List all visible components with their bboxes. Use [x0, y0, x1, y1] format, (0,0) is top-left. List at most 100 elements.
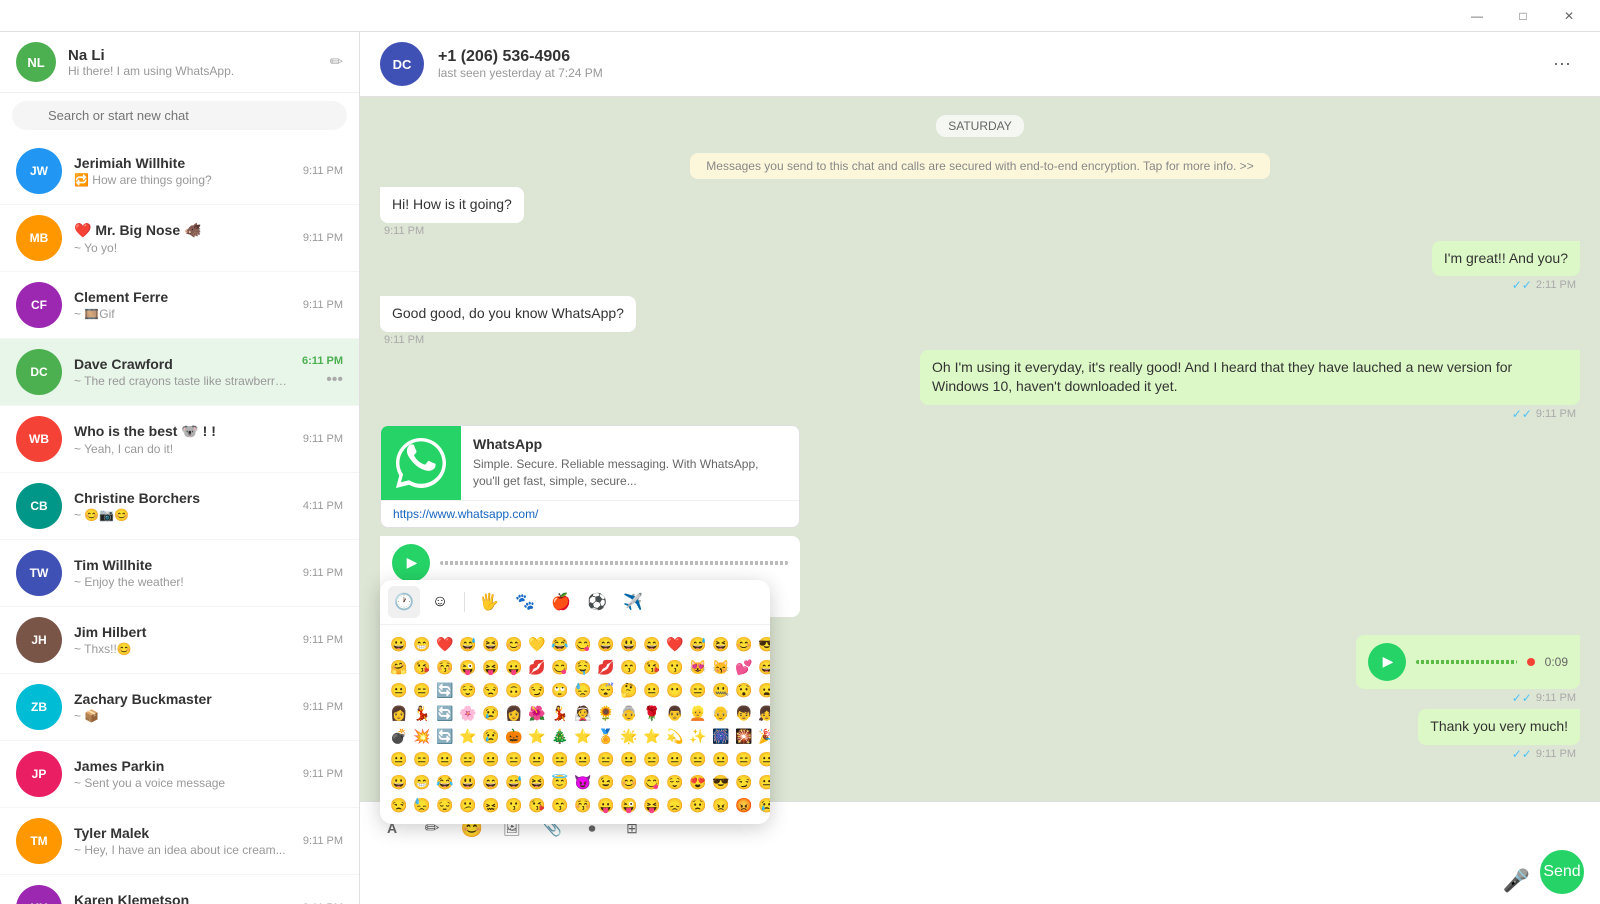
chat-item-9[interactable]: ZB Zachary Buckmaster ~ 📦 9:11 PM	[0, 674, 359, 741]
emoji-item[interactable]: 😃	[618, 633, 640, 655]
emoji-item[interactable]: 😢	[756, 794, 770, 801]
emoji-item[interactable]: 💫	[664, 725, 686, 747]
chat-item-2[interactable]: MB ❤️ Mr. Big Nose 🐗 ~ Yo yo! 9:11 PM	[0, 205, 359, 272]
emoji-item[interactable]: 💃	[411, 702, 433, 724]
message-input[interactable]	[376, 854, 1493, 894]
emoji-item[interactable]: 😂	[434, 771, 456, 793]
chat-item-7[interactable]: TW Tim Willhite ~ Enjoy the weather! 9:1…	[0, 540, 359, 607]
emoji-item[interactable]: 🌹	[641, 702, 663, 724]
emoji-item[interactable]: 👧	[756, 702, 770, 724]
emoji-item[interactable]: 😯	[733, 679, 755, 701]
emoji-item[interactable]: 👴	[710, 702, 732, 724]
emoji-item[interactable]: 😗	[664, 656, 686, 678]
emoji-item[interactable]: 💋	[595, 656, 617, 678]
emoji-item[interactable]: 😀	[388, 771, 410, 793]
emoji-item[interactable]: 😐	[526, 748, 548, 770]
emoji-item[interactable]: 😘	[411, 656, 433, 678]
search-input[interactable]	[12, 101, 347, 130]
emoji-item[interactable]: 😐	[388, 748, 410, 770]
emoji-item[interactable]: 😇	[549, 771, 571, 793]
emoji-item[interactable]: 🌟	[618, 725, 640, 747]
emoji-item[interactable]: 😑	[687, 748, 709, 770]
emoji-tab-people[interactable]: 🖐	[473, 586, 505, 618]
emoji-item[interactable]: 😀	[388, 633, 410, 655]
emoji-item[interactable]: 👦	[733, 702, 755, 724]
emoji-item[interactable]: 😔	[434, 794, 456, 801]
emoji-item[interactable]: 🌻	[595, 702, 617, 724]
emoji-item[interactable]: 😄	[595, 633, 617, 655]
emoji-item[interactable]: 😑	[549, 748, 571, 770]
emoji-item[interactable]: 🔄	[434, 679, 456, 701]
emoji-item[interactable]: 🎇	[733, 725, 755, 747]
emoji-item[interactable]: 😐	[618, 748, 640, 770]
emoji-item[interactable]: 😋	[641, 771, 663, 793]
emoji-item[interactable]: 😴	[595, 679, 617, 701]
emoji-item[interactable]: ✨	[687, 725, 709, 747]
emoji-item[interactable]: ❤️	[434, 633, 456, 655]
emoji-item[interactable]: 😌	[457, 679, 479, 701]
chat-item-4[interactable]: DC Dave Crawford ~ The red crayons taste…	[0, 339, 359, 406]
emoji-item[interactable]: 😽	[710, 656, 732, 678]
emoji-item[interactable]: 😜	[618, 794, 640, 801]
emoji-item[interactable]: 🔄	[434, 702, 456, 724]
emoji-item[interactable]: 😐	[434, 748, 456, 770]
play-button-received[interactable]	[392, 544, 430, 582]
emoji-item[interactable]: 😦	[756, 679, 770, 701]
emoji-item[interactable]: 😅	[503, 771, 525, 793]
emoji-item[interactable]: 🌺	[526, 702, 548, 724]
chat-more-btn-4[interactable]: •••	[326, 371, 343, 389]
emoji-item[interactable]: 😜	[457, 656, 479, 678]
emoji-item[interactable]: 😌	[664, 771, 686, 793]
emoji-item[interactable]: 😋	[572, 633, 594, 655]
emoji-item[interactable]: 🎆	[710, 725, 732, 747]
emoji-item[interactable]: 😓	[572, 679, 594, 701]
emoji-item[interactable]: 😐	[710, 748, 732, 770]
emoji-item[interactable]: 😻	[687, 656, 709, 678]
emoji-item[interactable]: 😑	[457, 748, 479, 770]
emoji-item[interactable]: ❤️	[664, 633, 686, 655]
emoji-item[interactable]: 💥	[411, 725, 433, 747]
link-preview-url[interactable]: https://www.whatsapp.com/	[381, 500, 799, 527]
emoji-item[interactable]: 🙄	[549, 679, 571, 701]
chat-item-10[interactable]: JP James Parkin ~ Sent you a voice messa…	[0, 741, 359, 808]
emoji-item[interactable]: 😘	[641, 656, 663, 678]
emoji-item[interactable]: 😊	[503, 633, 525, 655]
emoji-item[interactable]: 😎	[710, 771, 732, 793]
emoji-item[interactable]: 😂	[549, 633, 571, 655]
emoji-item[interactable]: 🎉	[756, 725, 770, 747]
emoji-item[interactable]: 😁	[411, 633, 433, 655]
emoji-tab-activities[interactable]: ⚽	[581, 586, 613, 618]
emoji-item[interactable]: 😆	[710, 633, 732, 655]
emoji-item[interactable]: 😈	[572, 771, 594, 793]
emoji-item[interactable]: 😚	[572, 794, 594, 801]
emoji-item[interactable]: 😅	[457, 633, 479, 655]
emoji-item[interactable]: 😖	[480, 794, 502, 801]
chat-item-1[interactable]: JW Jerimiah Willhite 🔁 How are things go…	[0, 138, 359, 205]
emoji-tab-smileys[interactable]: ☺	[424, 586, 456, 618]
emoji-item[interactable]: 😍	[687, 771, 709, 793]
emoji-item[interactable]: 😄	[480, 771, 502, 793]
emoji-item[interactable]: 👵	[618, 702, 640, 724]
emoji-item[interactable]: 💋	[526, 656, 548, 678]
emoji-item[interactable]: 😃	[457, 771, 479, 793]
emoji-item[interactable]: 😑	[687, 679, 709, 701]
emoji-item[interactable]: 😄	[756, 656, 770, 678]
emoji-item[interactable]: 😠	[710, 794, 732, 801]
emoji-item[interactable]: 👰	[572, 702, 594, 724]
emoji-item[interactable]: 😐	[480, 748, 502, 770]
emoji-item[interactable]: 😐	[664, 748, 686, 770]
emoji-item[interactable]: ⭐	[457, 725, 479, 747]
chat-item-3[interactable]: CF Clement Ferre ~ 🎞️Gif 9:11 PM	[0, 272, 359, 339]
chat-item-6[interactable]: CB Christine Borchers ~ 😊📷😊 4:11 PM	[0, 473, 359, 540]
emoji-item[interactable]: 😛	[595, 794, 617, 801]
emoji-item[interactable]: 🤐	[710, 679, 732, 701]
microphone-button[interactable]: 🎤	[1503, 868, 1530, 894]
emoji-item[interactable]: 💃	[549, 702, 571, 724]
emoji-item[interactable]: 💕	[733, 656, 755, 678]
play-button-sent[interactable]	[1368, 643, 1406, 681]
emoji-item[interactable]: 😑	[503, 748, 525, 770]
emoji-item[interactable]: 😏	[733, 771, 755, 793]
emoji-item[interactable]: 😐	[572, 748, 594, 770]
chat-item-8[interactable]: JH Jim Hilbert ~ Thxs!!😊 9:11 PM	[0, 607, 359, 674]
emoji-item[interactable]: 😆	[526, 771, 548, 793]
